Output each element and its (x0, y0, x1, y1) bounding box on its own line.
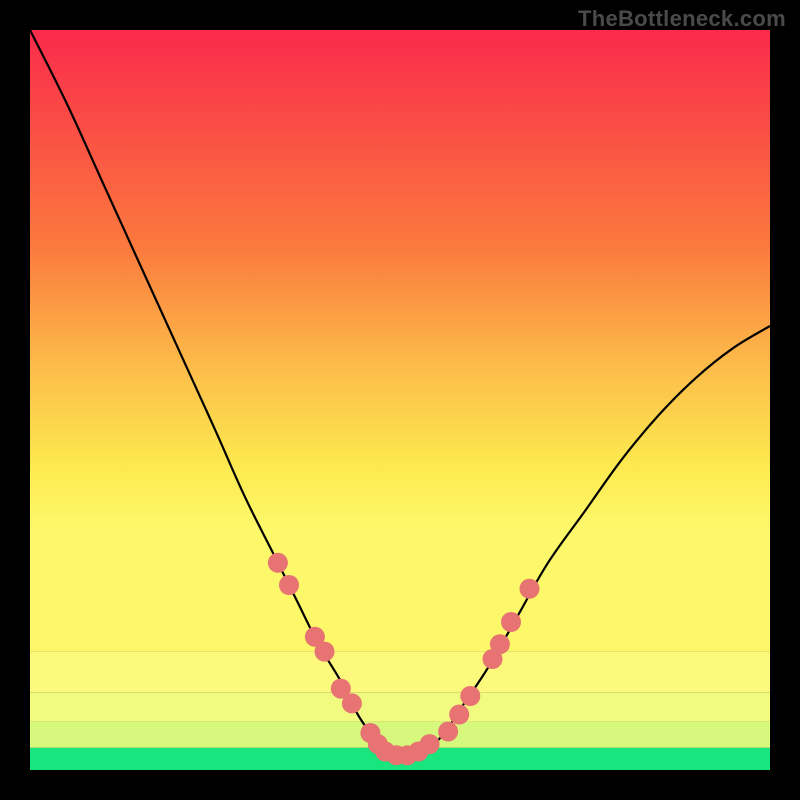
data-marker (520, 579, 540, 599)
chart-band (30, 722, 770, 748)
data-marker (490, 634, 510, 654)
data-marker (279, 575, 299, 595)
chart-band (30, 692, 770, 722)
data-marker (438, 722, 458, 742)
chart-band (30, 652, 770, 693)
data-marker (501, 612, 521, 632)
data-marker (342, 693, 362, 713)
data-marker (460, 686, 480, 706)
chart-background-gradient (30, 30, 770, 652)
data-marker (315, 642, 335, 662)
watermark-text: TheBottleneck.com (578, 6, 786, 32)
data-marker (449, 705, 469, 725)
chart-svg (30, 30, 770, 770)
bottleneck-chart (30, 30, 770, 770)
data-marker (268, 553, 288, 573)
data-marker (420, 734, 440, 754)
